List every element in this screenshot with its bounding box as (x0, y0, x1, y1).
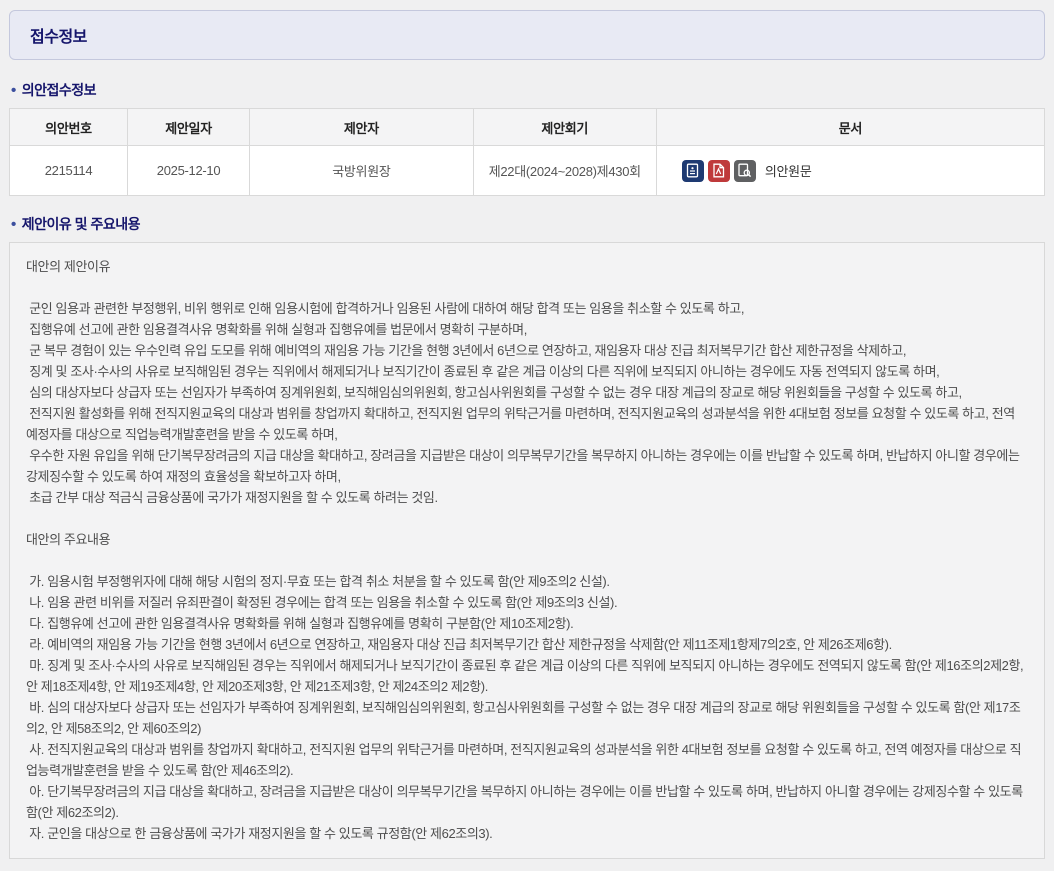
bullet-icon: • (11, 83, 16, 98)
bill-reception-table: 의안번호 제안일자 제안자 제안회기 문서 2215114 2025-12-10… (9, 108, 1045, 196)
hwp-file-icon[interactable] (682, 160, 704, 182)
section-title-reception: • 의안접수정보 (11, 80, 1043, 100)
header-proposal-date: 제안일자 (127, 109, 249, 146)
page-title: 접수정보 (30, 23, 1024, 47)
header-session: 제안회기 (473, 109, 656, 146)
proposal-reason-text: 대안의 제안이유 군인 임용과 관련한 부정행위, 비위 행위로 인해 임용시험… (26, 256, 1028, 844)
cell-proposal-date: 2025-12-10 (127, 146, 249, 196)
preview-icon[interactable] (734, 160, 756, 182)
pdf-file-icon[interactable] (708, 160, 730, 182)
header-document: 문서 (656, 109, 1044, 146)
proposal-reason-box: 대안의 제안이유 군인 임용과 관련한 부정행위, 비위 행위로 인해 임용시험… (9, 242, 1045, 859)
section-title-content: • 제안이유 및 주요내용 (11, 214, 1043, 234)
header-bill-no: 의안번호 (10, 109, 128, 146)
page-title-box: 접수정보 (9, 10, 1045, 60)
bill-reception-page: 접수정보 • 의안접수정보 의안번호 제안일자 제안자 제안회기 문서 2215… (9, 10, 1045, 859)
cell-session: 제22대(2024~2028)제430회 (473, 146, 656, 196)
table-row: 2215114 2025-12-10 국방위원장 제22대(2024~2028)… (10, 146, 1045, 196)
cell-document: 의안원문 (656, 146, 1044, 196)
cell-bill-no: 2215114 (10, 146, 128, 196)
bullet-icon: • (11, 217, 16, 232)
table-header-row: 의안번호 제안일자 제안자 제안회기 문서 (10, 109, 1045, 146)
section-title-content-label: 제안이유 및 주요내용 (22, 214, 140, 234)
document-label: 의안원문 (765, 161, 812, 180)
section-title-reception-label: 의안접수정보 (22, 80, 96, 100)
cell-proposer: 국방위원장 (250, 146, 474, 196)
header-proposer: 제안자 (250, 109, 474, 146)
